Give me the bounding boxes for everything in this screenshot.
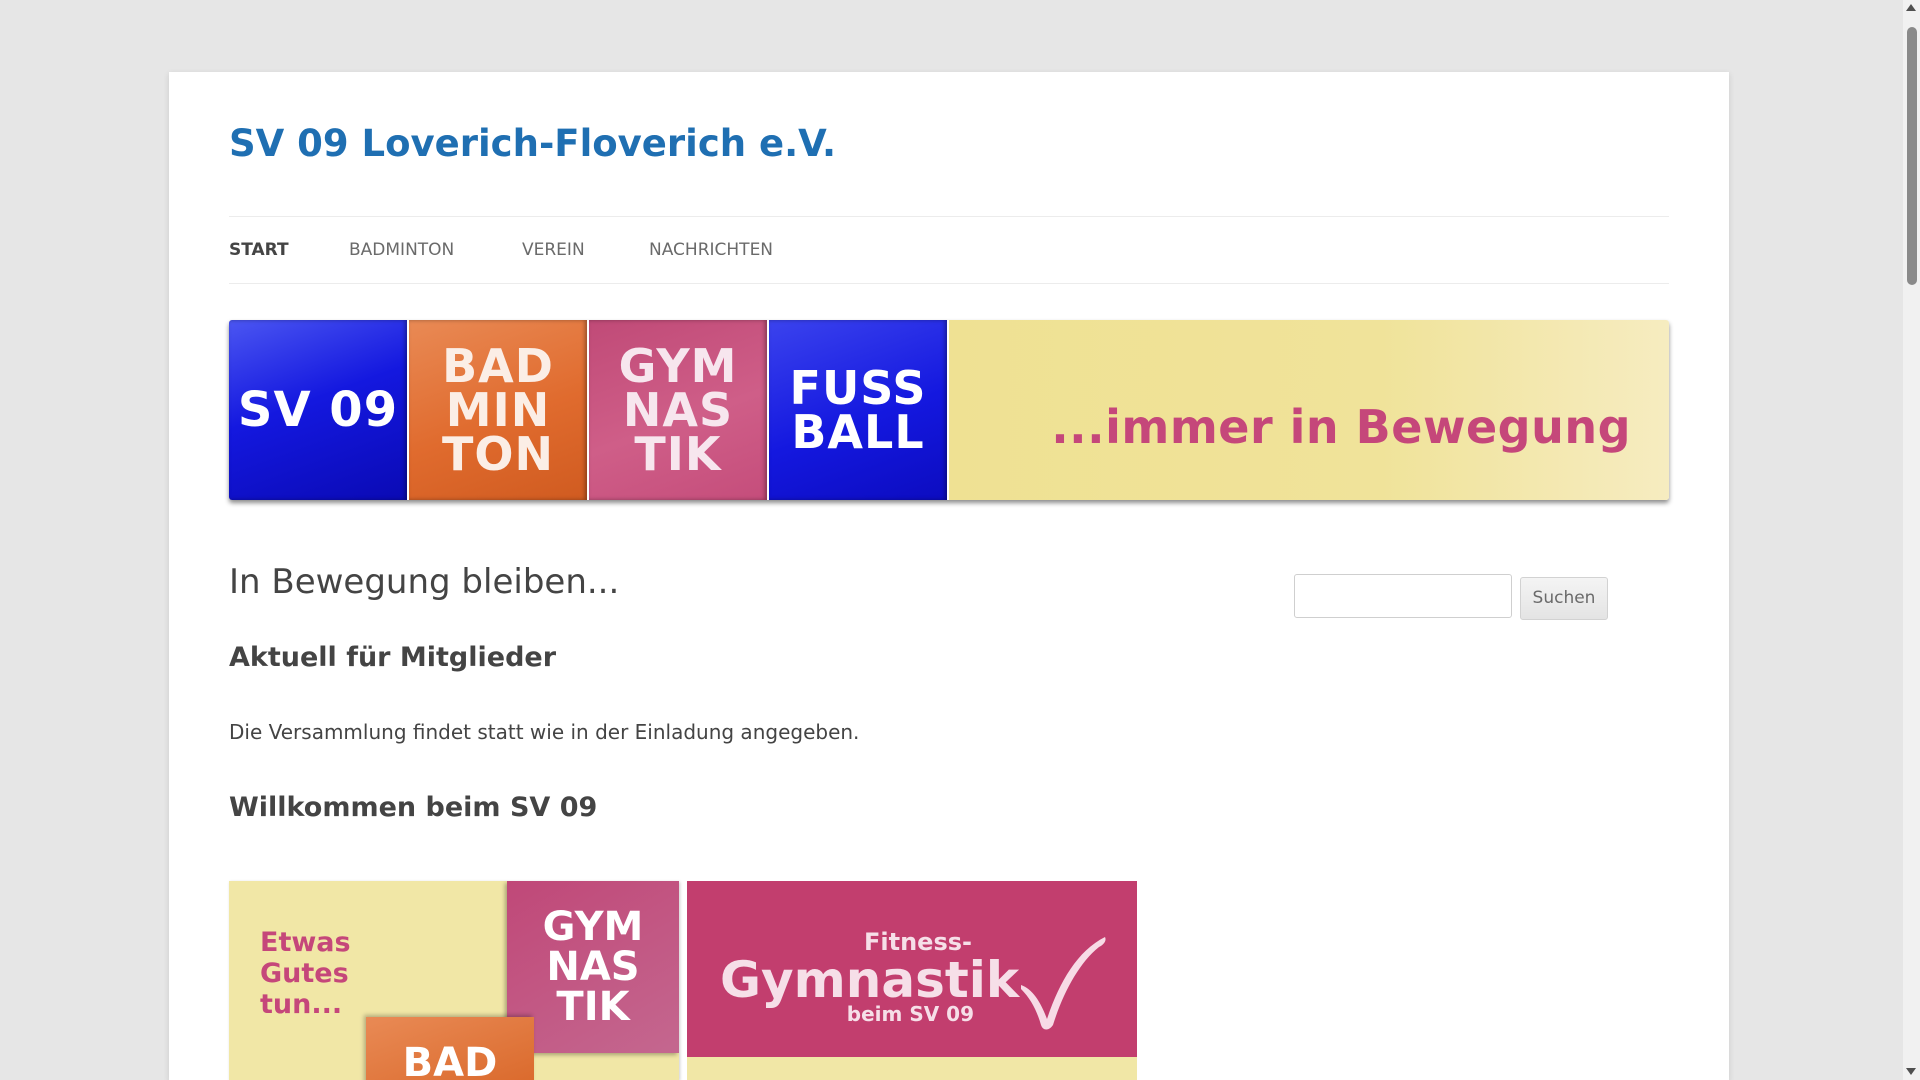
page-container: SV 09 Loverich-Floverich e.V. START BADM… (169, 72, 1729, 1080)
promo-bottom-strip (687, 1057, 1137, 1080)
promo-beim-label: beim SV 09 (846, 1002, 974, 1026)
nav-item-verein[interactable]: VEREIN (522, 217, 585, 283)
header-banner: SV 09 BAD MIN TON GYM NAS TIK FUSS BALL … (229, 320, 1669, 500)
search-button[interactable]: Suchen (1520, 577, 1608, 620)
banner-slogan-area: ...immer in Bewegung (949, 320, 1669, 500)
checkmark-icon (1021, 937, 1106, 1030)
nav-item-start[interactable]: START (229, 217, 289, 283)
banner-tile-fussball: FUSS BALL (769, 320, 947, 500)
banner-tile-text: MIN (445, 383, 551, 437)
promo-badminton-tile: BAD (366, 1017, 534, 1080)
banner-tile-text: NAS (622, 383, 734, 437)
section-paragraph: Die Versammlung findet statt wie in der … (229, 720, 860, 744)
promo-tile-text: NAS (546, 944, 640, 990)
promo-text-line: tun... (260, 989, 343, 1020)
promo-text-line: Etwas (260, 927, 351, 958)
section-heading-aktuell: Aktuell für Mitglieder (229, 642, 557, 673)
banner-tile-text: FUSS (789, 361, 927, 415)
nav-item-badminton[interactable]: BADMINTON (349, 217, 454, 283)
banner-tile-sv09: SV 09 (229, 320, 407, 500)
search-input[interactable] (1294, 574, 1512, 618)
section-heading-willkommen: Willkommen beim SV 09 (229, 792, 598, 823)
promo-image-fitness-gymnastik[interactable]: Fitness- Gymnastik beim SV 09 (687, 881, 1137, 1080)
promo-text-line: Gutes (260, 958, 349, 989)
banner-tile-text: BAD (442, 339, 554, 393)
banner-slogan: ...immer in Bewegung (1051, 400, 1631, 454)
banner-tile-badminton: BAD MIN TON (409, 320, 587, 500)
banner-tile-text: BALL (791, 405, 925, 459)
page-heading: In Bewegung bleiben... (229, 562, 620, 602)
page-inner: SV 09 Loverich-Floverich e.V. START BADM… (229, 72, 1669, 1080)
scroll-thumb[interactable] (1907, 27, 1917, 285)
scroll-up-arrow-icon[interactable] (1906, 4, 1916, 11)
scroll-down-arrow-icon[interactable] (1906, 1068, 1916, 1075)
promo-image-etwas-gutes[interactable]: Etwas Gutes tun... GYM NAS TIK BAD (229, 881, 679, 1080)
banner-tile-text: TON (442, 427, 554, 481)
nav-item-nachrichten[interactable]: NACHRICHTEN (649, 217, 773, 283)
banner-tile-text: SV 09 (237, 382, 399, 438)
main-navigation: START BADMINTON VEREIN NACHRICHTEN (229, 216, 1669, 284)
promo-gymnastik-label: Gymnastik (720, 951, 1020, 1009)
vertical-scrollbar[interactable] (1903, 0, 1920, 1080)
banner-tile-gymnastik: GYM NAS TIK (589, 320, 767, 500)
banner-tile-text: GYM (618, 339, 738, 393)
promo-tile-text: GYM (542, 904, 644, 950)
site-title[interactable]: SV 09 Loverich-Floverich e.V. (229, 122, 836, 165)
promo-tile-text: TIK (556, 984, 630, 1030)
banner-tile-text: TIK (634, 427, 722, 481)
promo-text: Etwas Gutes tun... (260, 927, 351, 1020)
